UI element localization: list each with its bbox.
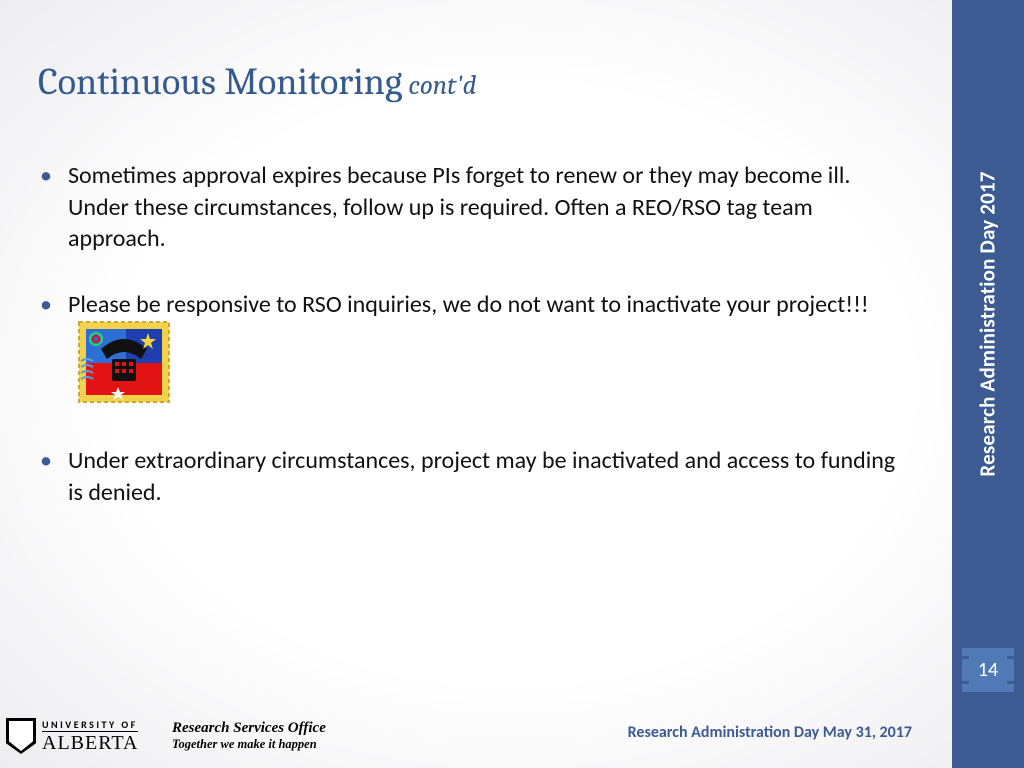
logo-line2: ALBERTA	[42, 733, 138, 753]
page-number: 14	[978, 658, 998, 682]
logo-text: UNIVERSITY OF ALBERTA	[42, 720, 138, 753]
office-name: Research Services Office	[172, 720, 326, 737]
bullet-text: Please be responsive to RSO inquiries, w…	[68, 290, 869, 319]
bullet-list: Sometimes approval expires because PIs f…	[38, 160, 908, 543]
bullet-text: Under extraordinary circumstances, proje…	[68, 446, 895, 507]
sidebar-title-container: Research Administration Day 2017	[952, 0, 1024, 648]
office-block: Research Services Office Together we mak…	[172, 720, 326, 752]
office-tagline: Together we make it happen	[172, 737, 326, 752]
logo-line1: UNIVERSITY OF	[42, 720, 138, 730]
footer-event: Research Administration Day May 31, 2017	[628, 723, 912, 742]
title-main: Continuous Monitoring	[38, 60, 402, 104]
slide: Research Administration Day 2017 14 Cont…	[0, 0, 1024, 768]
bullet-text: Sometimes approval expires because PIs f…	[68, 161, 850, 253]
university-logo: UNIVERSITY OF ALBERTA	[6, 718, 138, 754]
footer: UNIVERSITY OF ALBERTA Research Services …	[0, 708, 952, 760]
bracket-left-icon	[959, 656, 969, 684]
sidebar: Research Administration Day 2017 14	[952, 0, 1024, 768]
telephone-stamp-icon	[78, 321, 170, 412]
bullet-item: Sometimes approval expires because PIs f…	[38, 160, 908, 255]
bullet-item: Please be responsive to RSO inquiries, w…	[38, 289, 908, 411]
shield-icon	[6, 718, 36, 754]
bullet-item: Under extraordinary circumstances, proje…	[38, 445, 908, 508]
title-suffix: cont'd	[402, 70, 476, 101]
sidebar-title: Research Administration Day 2017	[975, 171, 1001, 476]
page-number-box: 14	[962, 648, 1014, 692]
bracket-right-icon	[1007, 656, 1017, 684]
slide-title: Continuous Monitoring cont'd	[38, 60, 477, 104]
